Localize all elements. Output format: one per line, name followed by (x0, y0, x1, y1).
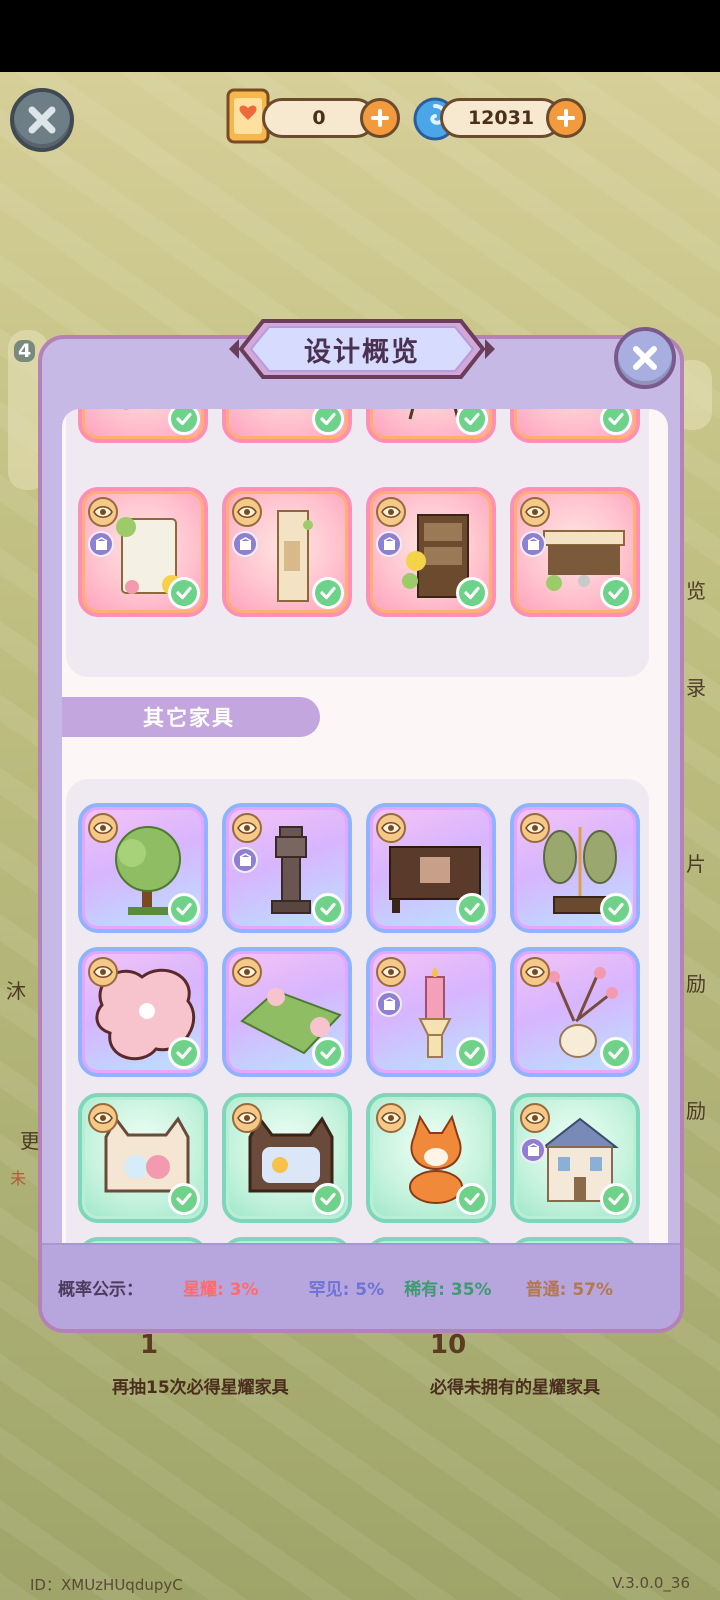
modal-title: 设计概览 (304, 336, 420, 368)
item-tile-fox-plush[interactable] (366, 1093, 496, 1223)
probability-label: 概率公示： (58, 1279, 143, 1300)
eye-icon[interactable] (376, 813, 406, 843)
background-fragment: 沐 (6, 979, 26, 1003)
ticket-counter: 0 (262, 98, 376, 138)
item-tile-fan-lamp[interactable] (510, 803, 640, 933)
section-title-text: 其它家具 (143, 706, 235, 730)
background-fragment: 录 (686, 676, 706, 700)
gem-counter: 12031 (440, 98, 562, 138)
draw-one-hint: 再抽15次必得星耀家具 (112, 1378, 289, 1398)
design-overview-modal: 其它家具 概率公示： 星耀: 3% 罕见: 5% 稀有: 35% 普通: 57%… (38, 319, 684, 1333)
eye-icon[interactable] (88, 1103, 118, 1133)
item-tile-flower-counter[interactable] (510, 487, 640, 617)
item-tile-sakura-rug[interactable] (78, 947, 208, 1077)
status-bar (0, 0, 720, 72)
item-tile-sofa[interactable] (78, 409, 208, 443)
check-icon (600, 1037, 632, 1069)
eye-icon[interactable] (232, 497, 262, 527)
section-title-other: 其它家具 (62, 697, 320, 737)
eye-icon[interactable] (232, 813, 262, 843)
item-tile-cat-bag-beige[interactable] (78, 1093, 208, 1223)
item-tile-carved-screen[interactable] (366, 803, 496, 933)
eye-icon[interactable] (520, 1103, 550, 1133)
plus-icon (371, 109, 389, 127)
check-icon (168, 893, 200, 925)
probability-footer: 概率公示： 星耀: 3% 罕见: 5% 稀有: 35% 普通: 57% (42, 1243, 680, 1329)
modal-content[interactable]: 其它家具 (62, 409, 668, 1267)
eye-icon[interactable] (88, 957, 118, 987)
check-icon (168, 577, 200, 609)
box-icon (520, 1137, 546, 1163)
eye-icon[interactable] (232, 1103, 262, 1133)
add-gem-button[interactable] (546, 98, 586, 138)
eye-icon[interactable] (88, 813, 118, 843)
eye-icon[interactable] (520, 813, 550, 843)
check-icon (456, 1183, 488, 1215)
user-id: ID：XMUzHUqdupyC (30, 1576, 183, 1594)
check-icon (312, 893, 344, 925)
check-icon (600, 893, 632, 925)
item-tile-easel[interactable] (366, 409, 496, 443)
check-icon (312, 1037, 344, 1069)
check-icon (456, 577, 488, 609)
box-icon (520, 531, 546, 557)
item-tile-flower-door[interactable] (222, 487, 352, 617)
background-fragment: 4 (14, 340, 36, 362)
close-icon (28, 106, 56, 134)
box-icon (376, 991, 402, 1017)
check-icon (600, 577, 632, 609)
draw-ten-count: 10 (430, 1330, 467, 1360)
check-icon (456, 893, 488, 925)
item-tile-wall-shelf[interactable] (510, 409, 640, 443)
item-tile-cat-bag-brown[interactable] (222, 1093, 352, 1223)
gem-count: 12031 (467, 107, 535, 129)
box-icon (232, 531, 258, 557)
item-tile-flower-mirror[interactable] (78, 487, 208, 617)
eye-icon[interactable] (232, 957, 262, 987)
item-tile-candle[interactable] (366, 947, 496, 1077)
version-label: V.3.0.0_36 (612, 1574, 690, 1592)
background-fragment: 励 (686, 1099, 706, 1123)
check-icon (168, 1037, 200, 1069)
box-icon (376, 531, 402, 557)
eye-icon[interactable] (376, 1103, 406, 1133)
draw-one-count: 1 (140, 1330, 159, 1360)
probability-uncommon: 稀有: 35% (404, 1279, 492, 1300)
check-icon (456, 1037, 488, 1069)
item-tile-canopy-bed[interactable] (222, 409, 352, 443)
plus-icon (557, 109, 575, 127)
probability-star: 星耀: 3% (183, 1279, 259, 1300)
eye-icon[interactable] (520, 497, 550, 527)
add-ticket-button[interactable] (360, 98, 400, 138)
check-icon (168, 1183, 200, 1215)
ticket-count: 0 (312, 107, 326, 129)
modal-close-button[interactable] (614, 327, 676, 389)
background-fragment: 片 (686, 852, 706, 876)
probability-common: 普通: 57% (525, 1279, 614, 1300)
item-tile-plum-vase[interactable] (510, 947, 640, 1077)
background-fragment: 未 (10, 1169, 27, 1188)
draw-ten-hint: 必得未拥有的星耀家具 (430, 1378, 600, 1398)
check-icon (312, 577, 344, 609)
eye-icon[interactable] (376, 957, 406, 987)
probability-rare: 罕见: 5% (308, 1279, 385, 1300)
close-icon (633, 346, 657, 370)
eye-icon[interactable] (88, 497, 118, 527)
item-tile-dollhouse[interactable] (510, 1093, 640, 1223)
background-fragment: 更 (20, 1129, 40, 1153)
item-tile-tree[interactable] (78, 803, 208, 933)
eye-icon[interactable] (376, 497, 406, 527)
item-tile-bookshelf[interactable] (366, 487, 496, 617)
modal-title-banner: 设计概览 (227, 317, 497, 381)
check-icon (312, 1183, 344, 1215)
item-tile-stone-lantern[interactable] (222, 803, 352, 933)
box-icon (88, 531, 114, 557)
background-fragment: 览 (686, 579, 706, 603)
eye-icon[interactable] (520, 957, 550, 987)
check-icon (600, 1183, 632, 1215)
item-tile-sakura-mat[interactable] (222, 947, 352, 1077)
close-button[interactable] (10, 88, 74, 152)
background-fragment: 励 (686, 972, 706, 996)
box-icon (232, 847, 258, 873)
